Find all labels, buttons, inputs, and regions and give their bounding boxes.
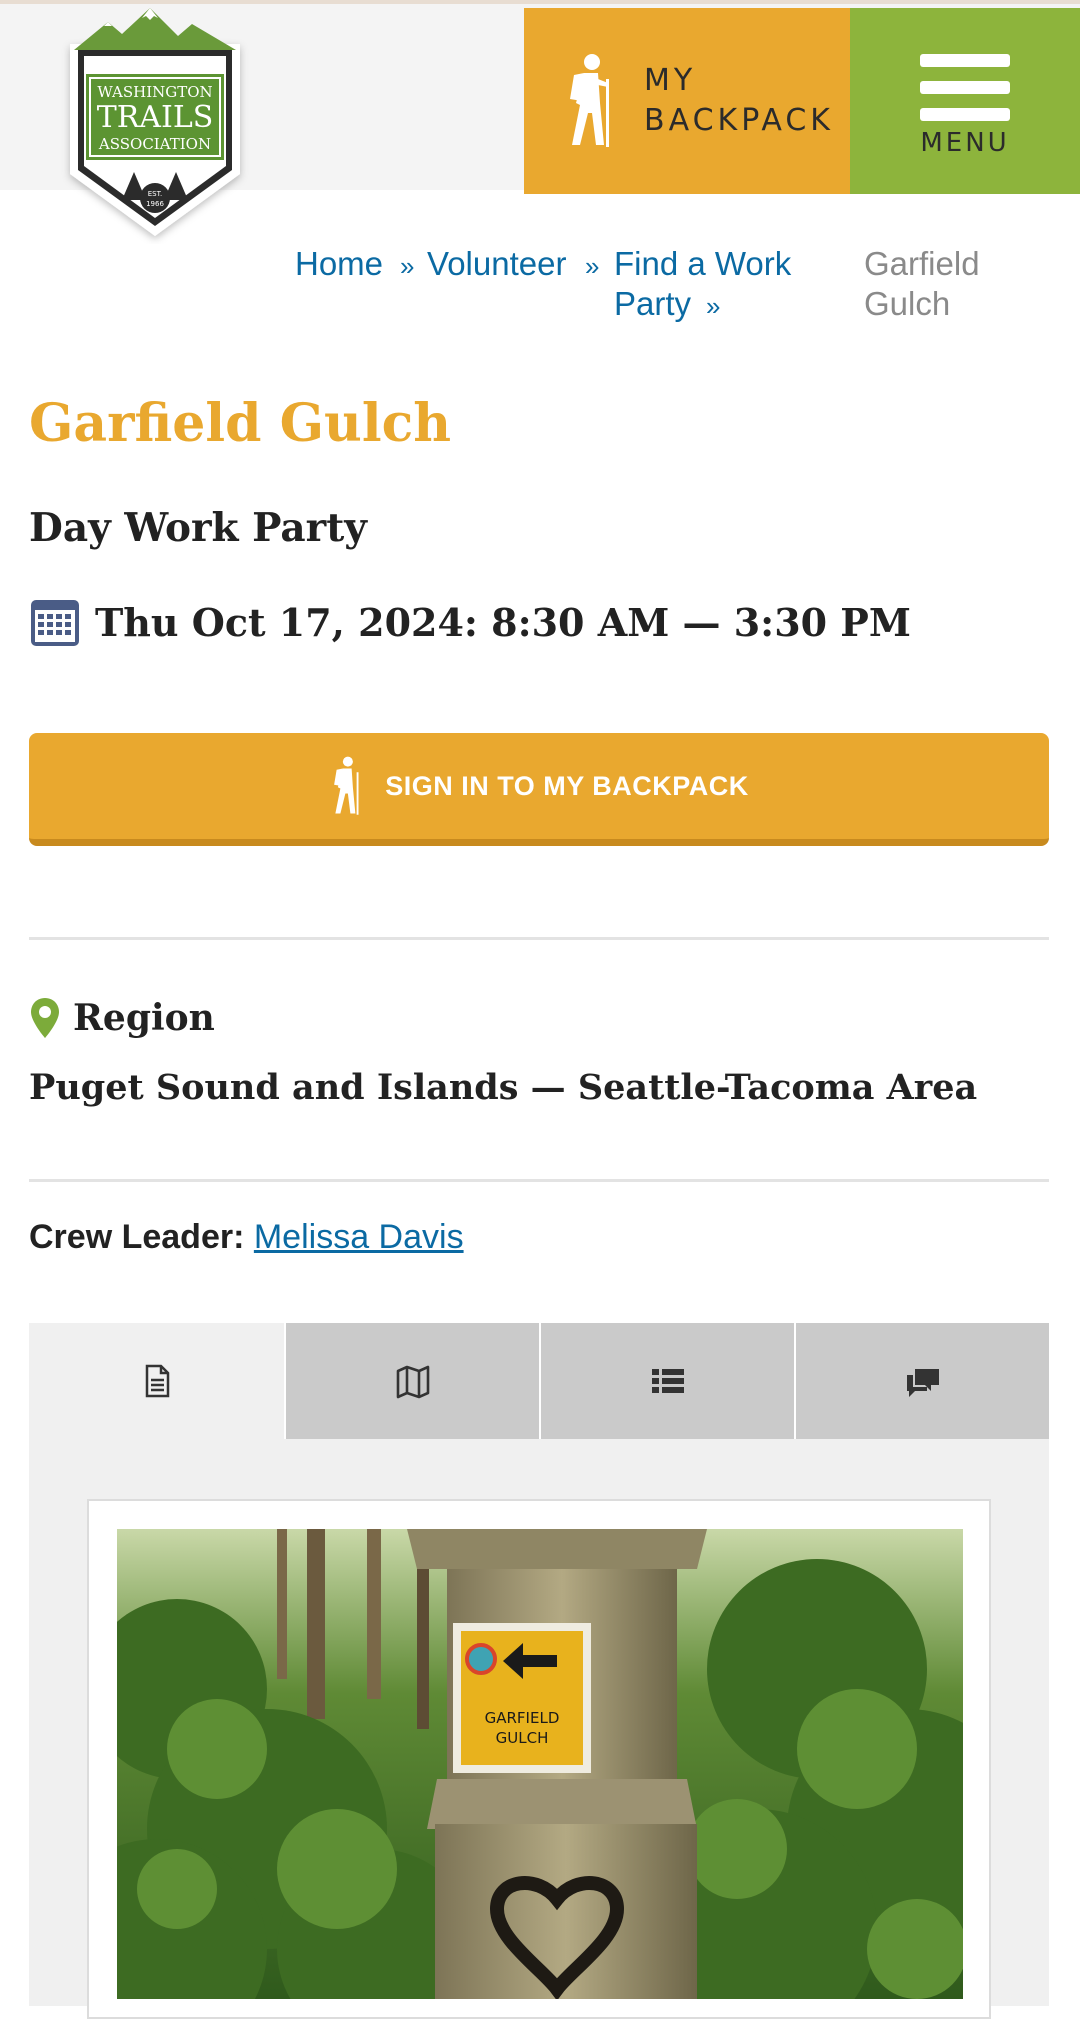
calendar-icon <box>31 600 79 646</box>
tab-comments[interactable] <box>794 1323 1049 1439</box>
menu-button[interactable]: MENU <box>850 8 1080 194</box>
crew-leader-row: Crew Leader: Melissa Davis <box>29 1218 464 1257</box>
breadcrumb-separator: » <box>585 251 600 281</box>
tab-bar <box>29 1323 1049 1439</box>
crew-leader-link[interactable]: Melissa Davis <box>254 1218 464 1256</box>
breadcrumb-volunteer[interactable]: Volunteer <box>427 244 566 284</box>
trail-photo-image: GARFIELD GULCH <box>117 1529 963 1999</box>
photo-card: GARFIELD GULCH <box>87 1499 991 2019</box>
event-type: Day Work Party <box>29 505 367 551</box>
logo-est: EST. <box>148 190 163 198</box>
event-date-row: Thu Oct 17, 2024: 8:30 AM — 3:30 PM <box>29 596 911 648</box>
hamburger-icon <box>920 54 1010 122</box>
trail-sign-photo[interactable]: GARFIELD GULCH <box>117 1529 963 1999</box>
logo-year: 1966 <box>146 200 164 208</box>
hiker-icon <box>334 756 359 815</box>
logo-text-bottom: ASSOCIATION <box>98 135 211 153</box>
site-header: WASHINGTON TRAILS ASSOCIATION EST. 1966 … <box>0 0 1080 236</box>
hiker-icon <box>570 54 609 147</box>
map-pin-icon <box>31 998 59 1038</box>
map-icon <box>396 1365 429 1399</box>
backpack-label-line2: BACKPACK <box>644 103 834 138</box>
region-heading: Region <box>29 996 215 1040</box>
logo-text-top: WASHINGTON <box>97 83 212 101</box>
breadcrumb-separator: » <box>400 251 415 281</box>
list-icon <box>651 1369 684 1393</box>
document-icon <box>145 1364 169 1398</box>
breadcrumb-separator: » <box>706 291 721 321</box>
event-date: Thu Oct 17, 2024: 8:30 AM — 3:30 PM <box>95 599 911 645</box>
menu-label: MENU <box>920 128 1010 158</box>
logo-text-mid: TRAILS <box>97 100 214 135</box>
region-label: Region <box>73 997 215 1039</box>
breadcrumb-home[interactable]: Home <box>295 244 383 284</box>
region-value: Puget Sound and Islands — Seattle-Tacoma… <box>29 1067 978 1108</box>
backpack-label-line1: MY <box>644 63 697 98</box>
sign-text-line2: GULCH <box>496 1729 549 1747</box>
wta-logo[interactable]: WASHINGTON TRAILS ASSOCIATION EST. 1966 <box>60 4 250 244</box>
my-backpack-button[interactable]: MY BACKPACK <box>524 8 850 194</box>
breadcrumb-find-work-party[interactable]: Find a Work Party <box>614 244 791 324</box>
divider <box>29 1179 1049 1182</box>
crew-leader-label: Crew Leader: <box>29 1218 245 1256</box>
divider <box>29 937 1049 940</box>
tab-description[interactable] <box>29 1323 284 1439</box>
event-tabs-panel: GARFIELD GULCH <box>29 1323 1049 2019</box>
sign-in-button[interactable]: SIGN IN TO MY BACKPACK <box>29 733 1049 846</box>
tab-map[interactable] <box>284 1323 539 1439</box>
comments-icon <box>906 1369 939 1397</box>
sign-text-line1: GARFIELD <box>485 1709 560 1727</box>
page-title: Garfield Gulch <box>29 393 452 454</box>
tab-list[interactable] <box>539 1323 794 1439</box>
sign-in-label: SIGN IN TO MY BACKPACK <box>385 770 749 801</box>
breadcrumb-find-line1: Find a Work <box>614 245 792 282</box>
breadcrumb-current: Garfield Gulch <box>864 245 980 322</box>
breadcrumb-find-line2: Party <box>614 285 692 322</box>
